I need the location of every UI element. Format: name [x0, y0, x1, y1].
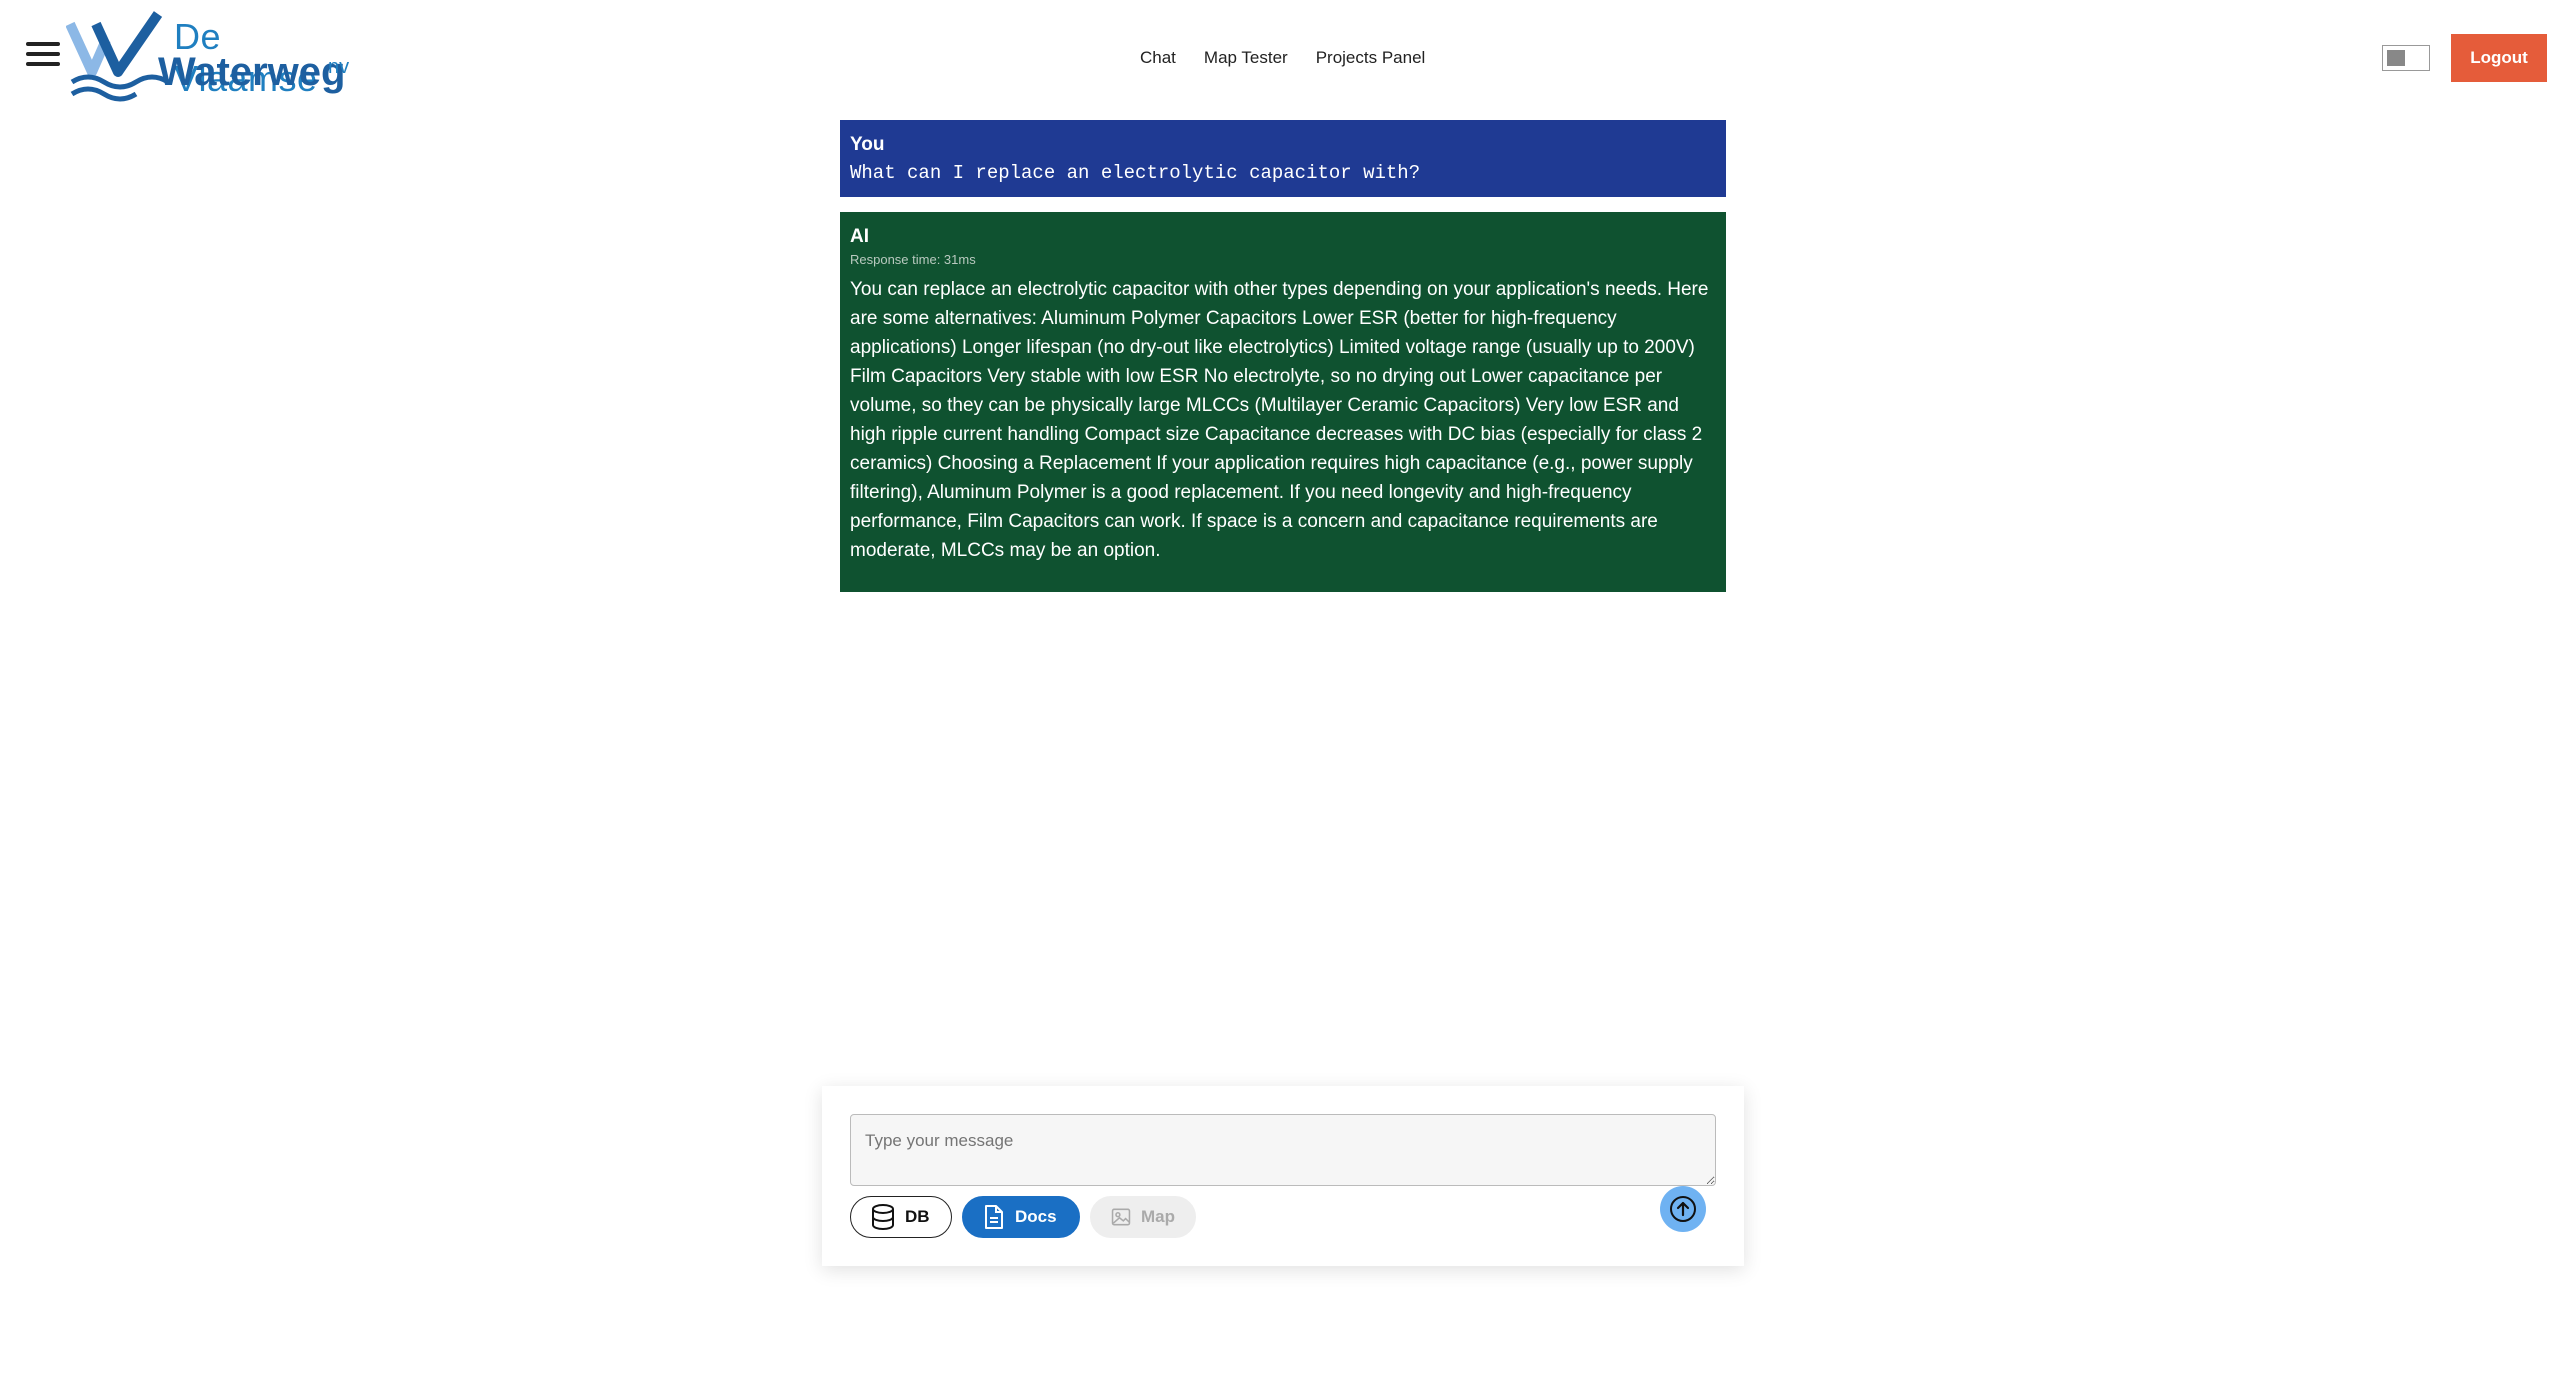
document-icon	[985, 1205, 1003, 1229]
db-button[interactable]: DB	[850, 1196, 952, 1238]
message-text: What can I replace an electrolytic capac…	[850, 162, 1421, 184]
arrow-up-circle-icon	[1670, 1196, 1696, 1222]
database-icon	[872, 1204, 894, 1230]
message-sender: You	[850, 134, 885, 155]
toggle-knob	[2387, 50, 2405, 66]
image-icon	[1111, 1208, 1131, 1226]
map-button-label: Map	[1141, 1207, 1175, 1226]
logo[interactable]: De Vlaamse Waterweg nv	[66, 10, 366, 106]
nav-projects-panel[interactable]: Projects Panel	[1316, 48, 1426, 68]
logout-button[interactable]: Logout	[2451, 34, 2547, 82]
nav-map-tester[interactable]: Map Tester	[1204, 48, 1288, 68]
source-toggle-row: DB Docs Map	[850, 1196, 1196, 1238]
logo-text-line2: Waterweg	[158, 50, 346, 94]
message-input[interactable]	[850, 1114, 1716, 1186]
send-button[interactable]	[1660, 1186, 1706, 1232]
docs-button[interactable]: Docs	[962, 1196, 1080, 1238]
message-composer: DB Docs Map	[822, 1086, 1744, 1266]
theme-toggle[interactable]	[2382, 45, 2430, 71]
db-button-label: DB	[905, 1207, 930, 1226]
ai-message: AI Response time: 31ms You can replace a…	[840, 212, 1726, 592]
hamburger-menu-icon[interactable]	[26, 42, 60, 72]
nav-chat[interactable]: Chat	[1140, 48, 1176, 68]
top-nav: Chat Map Tester Projects Panel	[1140, 48, 1425, 68]
docs-button-label: Docs	[1015, 1207, 1057, 1226]
header: De Vlaamse Waterweg nv Chat Map Tester P…	[0, 0, 2559, 116]
map-button[interactable]: Map	[1090, 1196, 1196, 1238]
logo-suffix: nv	[328, 56, 350, 78]
response-time: Response time: 31ms	[850, 252, 976, 267]
message-sender: AI	[850, 226, 869, 247]
message-text: You can replace an electrolytic capacito…	[850, 279, 1709, 561]
user-message: You What can I replace an electrolytic c…	[840, 120, 1726, 197]
